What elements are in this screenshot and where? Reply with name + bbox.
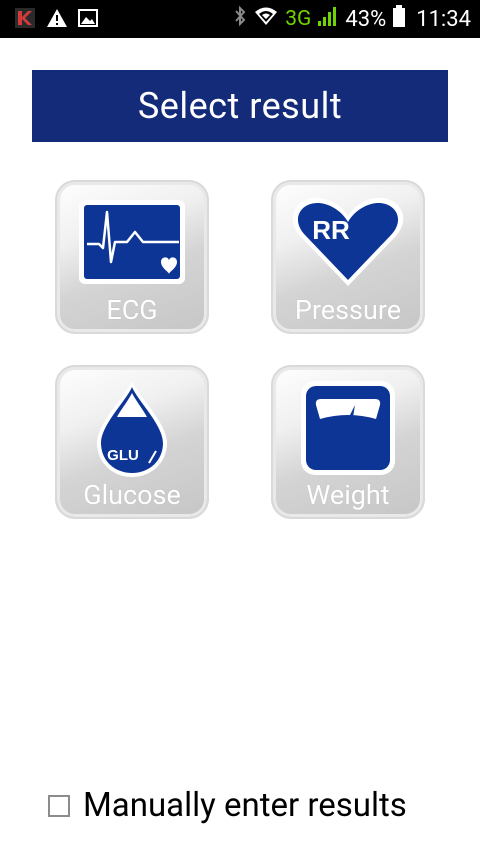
ecg-icon — [79, 200, 185, 284]
glucose-drop-icon: GLU — [97, 381, 167, 477]
manual-entry-label: Manually enter results — [83, 786, 407, 825]
scale-icon — [301, 381, 395, 475]
page-title-banner: Select result — [32, 70, 448, 142]
image-icon — [78, 9, 98, 31]
warning-icon — [46, 8, 68, 32]
ecg-tile-label: ECG — [106, 294, 158, 326]
app-k-icon — [14, 7, 36, 33]
manual-entry-row[interactable]: Manually enter results — [48, 786, 407, 825]
manual-entry-checkbox[interactable] — [48, 794, 70, 817]
glucose-tile-button[interactable]: GLU Glucose — [55, 365, 209, 519]
page-title: Select result — [137, 85, 343, 127]
pressure-tile-label: Pressure — [294, 294, 402, 326]
wifi-icon — [253, 5, 279, 33]
bluetooth-icon — [233, 5, 247, 33]
ecg-tile-button[interactable]: ECG — [55, 180, 209, 334]
weight-tile-button[interactable]: Weight — [271, 365, 425, 519]
battery-percent: 43% — [345, 6, 387, 32]
svg-text:GLU: GLU — [107, 447, 139, 464]
battery-icon — [392, 4, 406, 34]
svg-text:RR: RR — [312, 215, 350, 245]
pressure-tile-button[interactable]: RR Pressure — [271, 180, 425, 334]
heart-rr-icon: RR — [292, 197, 404, 286]
network-type-label: 3G — [285, 7, 312, 31]
signal-icon — [317, 5, 339, 33]
glucose-tile-label: Glucose — [83, 479, 181, 511]
weight-tile-label: Weight — [306, 479, 390, 511]
status-bar: 3G 43% 11:34 — [0, 0, 480, 38]
clock: 11:34 — [416, 6, 471, 32]
